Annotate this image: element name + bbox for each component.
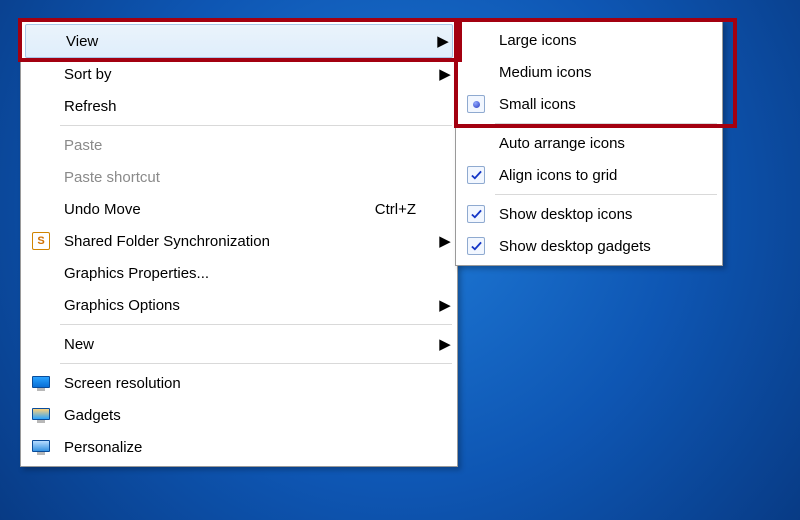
menu-item-label: Auto arrange icons: [493, 135, 719, 152]
check-selected-icon: [467, 205, 485, 223]
menu-item-label: Graphics Options: [58, 297, 436, 314]
submenu-item-align-to-grid[interactable]: Align icons to grid: [459, 159, 719, 191]
menu-item-label: Paste shortcut: [58, 169, 436, 186]
submenu-arrow-icon: ▶: [436, 296, 454, 314]
menu-item-refresh[interactable]: Refresh: [24, 90, 454, 122]
menu-item-personalize[interactable]: Personalize: [24, 431, 454, 463]
menu-item-gadgets[interactable]: Gadgets: [24, 399, 454, 431]
menu-item-label: New: [58, 336, 436, 353]
desktop-background: View ▶ Sort by ▶ Refresh Paste Paste sho…: [0, 0, 800, 520]
submenu-item-medium-icons[interactable]: Medium icons: [459, 56, 719, 88]
view-submenu: Large icons Medium icons Small icons Aut…: [455, 20, 723, 266]
menu-item-label: Shared Folder Synchronization: [58, 233, 436, 250]
menu-item-label: Align icons to grid: [493, 167, 719, 184]
menu-item-label: Screen resolution: [58, 375, 436, 392]
check-selected-icon: [467, 237, 485, 255]
submenu-item-large-icons[interactable]: Large icons: [459, 24, 719, 56]
menu-separator: [60, 125, 452, 126]
menu-item-label: View: [60, 33, 434, 50]
menu-item-label: Paste: [58, 137, 436, 154]
menu-item-accelerator: Ctrl+Z: [375, 201, 436, 218]
menu-item-label: Graphics Properties...: [58, 265, 436, 282]
menu-item-paste-shortcut: Paste shortcut: [24, 161, 454, 193]
submenu-item-show-desktop-icons[interactable]: Show desktop icons: [459, 198, 719, 230]
submenu-item-auto-arrange[interactable]: Auto arrange icons: [459, 127, 719, 159]
menu-item-screen-resolution[interactable]: Screen resolution: [24, 367, 454, 399]
menu-separator: [495, 123, 717, 124]
personalize-icon: [32, 440, 50, 454]
menu-item-label: Medium icons: [493, 64, 719, 81]
menu-item-undo-move[interactable]: Undo Move Ctrl+Z: [24, 193, 454, 225]
menu-separator: [60, 324, 452, 325]
submenu-arrow-icon: ▶: [434, 32, 452, 50]
menu-item-view[interactable]: View ▶: [25, 24, 453, 58]
menu-item-sort-by[interactable]: Sort by ▶: [24, 58, 454, 90]
menu-item-label: Show desktop icons: [493, 206, 719, 223]
menu-item-label: Undo Move: [58, 201, 375, 218]
menu-gutter: [26, 25, 60, 57]
menu-item-label: Sort by: [58, 66, 436, 83]
gadgets-icon: [32, 408, 50, 422]
submenu-arrow-icon: ▶: [436, 65, 454, 83]
submenu-item-show-desktop-gadgets[interactable]: Show desktop gadgets: [459, 230, 719, 262]
menu-item-label: Small icons: [493, 96, 719, 113]
submenu-arrow-icon: ▶: [436, 335, 454, 353]
menu-item-graphics-options[interactable]: Graphics Options ▶: [24, 289, 454, 321]
check-selected-icon: [467, 166, 485, 184]
submenu-arrow-icon: ▶: [436, 232, 454, 250]
menu-item-label: Gadgets: [58, 407, 436, 424]
menu-separator: [495, 194, 717, 195]
submenu-item-small-icons[interactable]: Small icons: [459, 88, 719, 120]
menu-item-label: Refresh: [58, 98, 436, 115]
menu-item-label: Personalize: [58, 439, 436, 456]
menu-item-new[interactable]: New ▶: [24, 328, 454, 360]
menu-item-label: Show desktop gadgets: [493, 238, 719, 255]
monitor-icon: [32, 376, 50, 390]
menu-item-graphics-properties[interactable]: Graphics Properties...: [24, 257, 454, 289]
menu-item-paste: Paste: [24, 129, 454, 161]
menu-separator: [60, 363, 452, 364]
menu-item-shared-folder-sync[interactable]: S Shared Folder Synchronization ▶: [24, 225, 454, 257]
menu-item-label: Large icons: [493, 32, 719, 49]
desktop-context-menu: View ▶ Sort by ▶ Refresh Paste Paste sho…: [20, 20, 458, 467]
s-badge-icon: S: [32, 232, 50, 250]
radio-selected-icon: [467, 95, 485, 113]
